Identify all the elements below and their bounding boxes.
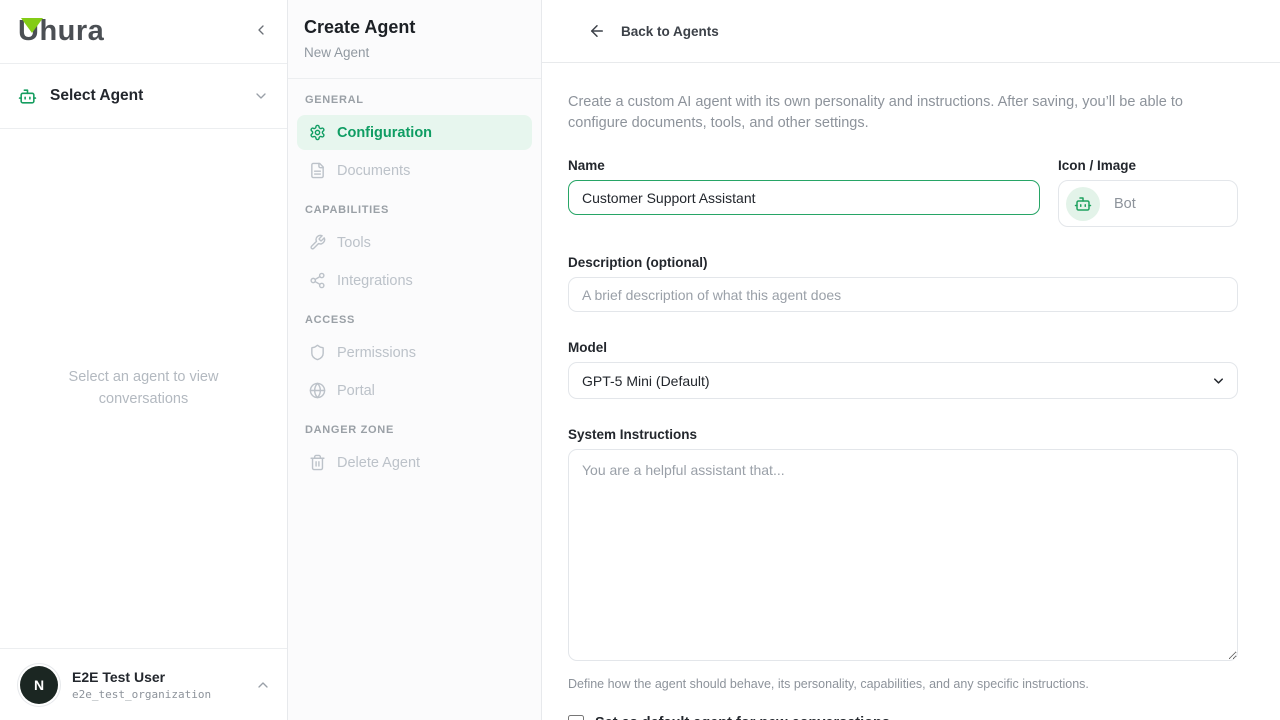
- nav-item-label: Delete Agent: [337, 455, 420, 471]
- page-subtitle: New Agent: [304, 45, 525, 60]
- agent-settings-nav: GENERAL Configuration Documents CAPABILI…: [288, 79, 541, 498]
- create-agent-form: Create a custom AI agent with its own pe…: [542, 63, 1280, 720]
- back-to-agents-button[interactable]: Back to Agents: [588, 22, 719, 40]
- page-title: Create Agent: [304, 17, 525, 38]
- brand-logo: Uhura: [18, 15, 104, 48]
- user-organization: e2e_test_organization: [72, 688, 211, 701]
- chevron-left-icon: [253, 22, 269, 38]
- select-agent-dropdown[interactable]: Select Agent: [0, 64, 287, 129]
- trash-icon: [309, 454, 326, 471]
- default-agent-checkbox[interactable]: [568, 715, 584, 720]
- nav-item-tools[interactable]: Tools: [297, 225, 532, 260]
- main-panel: Back to Agents Create a custom AI agent …: [542, 0, 1280, 720]
- nav-section-access: ACCESS: [297, 314, 532, 326]
- nav-section-capabilities: CAPABILITIES: [297, 204, 532, 216]
- description-label: Description (optional): [568, 255, 1238, 271]
- system-instructions-label: System Instructions: [568, 427, 1238, 443]
- nav-item-label: Portal: [337, 383, 375, 399]
- description-input[interactable]: [568, 277, 1238, 312]
- name-label: Name: [568, 158, 1040, 174]
- icon-field-group: Icon / Image Bot: [1058, 158, 1238, 227]
- name-input[interactable]: [568, 180, 1040, 215]
- nav-section-general: GENERAL: [297, 94, 532, 106]
- back-to-agents-label: Back to Agents: [621, 24, 719, 39]
- nav-item-label: Configuration: [337, 125, 432, 141]
- share-icon: [309, 272, 326, 289]
- wrench-icon: [309, 234, 326, 251]
- default-agent-label[interactable]: Set as default agent for new conversatio…: [595, 715, 890, 720]
- app-root: Uhura Select Agent Select an agent to vi…: [0, 0, 1280, 720]
- agent-settings-header: Create Agent New Agent: [288, 0, 541, 79]
- icon-picker-button[interactable]: Bot: [1058, 180, 1238, 227]
- nav-item-label: Documents: [337, 163, 410, 179]
- nav-item-delete-agent[interactable]: Delete Agent: [297, 445, 532, 480]
- sidebar-header: Uhura: [0, 0, 287, 64]
- globe-icon: [309, 382, 326, 399]
- description-field-group: Description (optional): [568, 255, 1238, 312]
- avatar: N: [20, 666, 58, 704]
- nav-item-configuration[interactable]: Configuration: [297, 115, 532, 150]
- main-header: Back to Agents: [542, 0, 1280, 63]
- bot-icon: [18, 87, 37, 106]
- bot-avatar-icon: [1066, 187, 1100, 221]
- nav-item-permissions[interactable]: Permissions: [297, 335, 532, 370]
- chevron-up-icon: [255, 677, 271, 693]
- chevron-down-icon: [253, 88, 269, 104]
- nav-section-danger-zone: DANGER ZONE: [297, 424, 532, 436]
- user-name: E2E Test User: [72, 669, 211, 685]
- gear-icon: [309, 124, 326, 141]
- system-instructions-textarea[interactable]: [568, 449, 1238, 661]
- model-select[interactable]: GPT-5 Mini (Default): [568, 362, 1238, 399]
- icon-image-label: Icon / Image: [1058, 158, 1238, 174]
- name-icon-row: Name Icon / Image Bot: [568, 158, 1238, 227]
- nav-item-documents[interactable]: Documents: [297, 153, 532, 188]
- icon-picker-label: Bot: [1114, 196, 1136, 212]
- nav-item-portal[interactable]: Portal: [297, 373, 532, 408]
- arrow-left-icon: [588, 22, 606, 40]
- file-icon: [309, 162, 326, 179]
- conversations-sidebar: Uhura Select Agent Select an agent to vi…: [0, 0, 288, 720]
- name-field-group: Name: [568, 158, 1040, 227]
- select-agent-label: Select Agent: [50, 87, 143, 105]
- collapse-sidebar-button[interactable]: [249, 18, 273, 45]
- instructions-field-group: System Instructions Define how the agent…: [568, 427, 1238, 691]
- model-field-group: Model GPT-5 Mini (Default): [568, 340, 1238, 399]
- default-agent-row: Set as default agent for new conversatio…: [568, 715, 1238, 720]
- empty-state-text: Select an agent to view conversations: [0, 129, 287, 648]
- form-intro-text: Create a custom AI agent with its own pe…: [568, 92, 1238, 133]
- agent-settings-sidebar: Create Agent New Agent GENERAL Configura…: [288, 0, 542, 720]
- user-menu[interactable]: N E2E Test User e2e_test_organization: [0, 648, 287, 720]
- shield-icon: [309, 344, 326, 361]
- nav-item-label: Permissions: [337, 345, 416, 361]
- nav-item-label: Tools: [337, 235, 371, 251]
- model-label: Model: [568, 340, 1238, 356]
- user-meta: E2E Test User e2e_test_organization: [72, 669, 211, 701]
- logo-triangle-icon: [21, 18, 43, 33]
- nav-item-integrations[interactable]: Integrations: [297, 263, 532, 298]
- instructions-helper-text: Define how the agent should behave, its …: [568, 677, 1238, 691]
- nav-item-label: Integrations: [337, 273, 413, 289]
